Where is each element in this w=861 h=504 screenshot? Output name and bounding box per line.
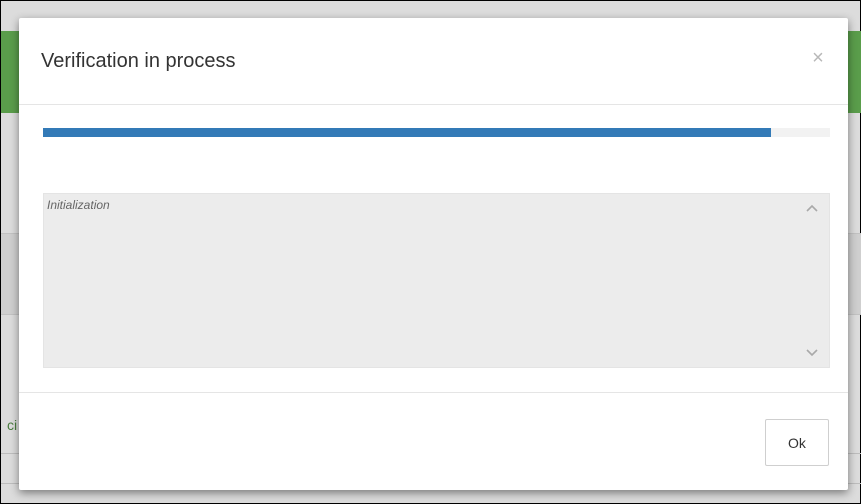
dialog-body: Initialization xyxy=(19,105,848,393)
dialog-header: Verification in process × xyxy=(19,18,848,105)
progress-bar xyxy=(43,128,830,137)
close-icon: × xyxy=(812,47,824,69)
dialog-footer: Ok xyxy=(19,392,848,491)
log-scrollbar[interactable] xyxy=(797,194,829,367)
background-partial-text: ci xyxy=(7,417,18,433)
progress-bar-fill xyxy=(43,128,771,137)
close-button[interactable]: × xyxy=(808,46,828,70)
chevron-up-icon[interactable] xyxy=(805,202,819,216)
dialog-title: Verification in process xyxy=(41,50,236,72)
log-text: Initialization xyxy=(47,198,110,212)
log-output[interactable]: Initialization xyxy=(43,193,830,368)
ok-button[interactable]: Ok xyxy=(765,419,829,466)
chevron-down-icon[interactable] xyxy=(805,345,819,359)
verification-dialog: Verification in process × Initialization… xyxy=(19,18,848,490)
